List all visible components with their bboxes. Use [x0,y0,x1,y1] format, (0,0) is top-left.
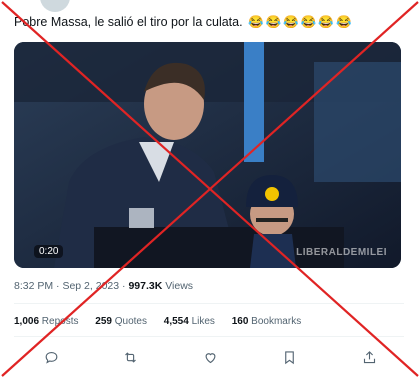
likes-stat[interactable]: 4,554 Likes [164,316,215,327]
action-bar [40,346,380,368]
likes-label: Likes [188,316,215,327]
bookmark-icon [285,350,294,364]
divider [14,303,404,304]
reply-icon [45,351,57,364]
reposts-stat[interactable]: 1,006 Reposts [14,316,79,327]
video-watermark: LIBERALDEMILEI [296,247,387,258]
tweet-body: Pobre Massa, le salió el tiro por la cul… [14,15,243,29]
like-icon [205,352,215,363]
avatar[interactable] [40,0,70,12]
laughing-emoji: 😂 [248,15,264,29]
quotes-count: 259 [95,316,112,327]
video-duration: 0:20 [34,245,64,258]
tweet-meta: 8:32 PM · Sep 2, 2023 · 997.3K Views [14,280,193,292]
video-frame [14,42,401,268]
laughing-emoji: 😂 [318,15,334,29]
reposts-count: 1,006 [14,316,40,327]
share-button[interactable] [358,346,380,368]
divider [14,336,404,337]
laughing-emoji: 😂 [283,15,299,29]
tweet-date[interactable]: Sep 2, 2023 [62,280,119,292]
views-count: 997.3K [128,280,163,292]
quotes-label: Quotes [111,316,147,327]
quotes-stat[interactable]: 259 Quotes [95,316,147,327]
like-button[interactable] [199,346,221,368]
bookmarks-count: 160 [231,316,249,327]
reply-button[interactable] [40,346,62,368]
laughing-emoji: 😂 [335,15,352,29]
bookmarks-stat[interactable]: 160 Bookmarks [232,316,301,327]
bookmarks-label: Bookmarks [248,316,302,327]
tweet-stats: 1,006 Reposts 259 Quotes 4,554 Likes 160… [14,316,315,327]
likes-count: 4,554 [163,316,189,327]
views-label: Views [162,280,194,292]
tweet-text: Pobre Massa, le salió el tiro por la cul… [14,14,352,30]
repost-button[interactable] [120,346,142,368]
tweet-time[interactable]: 8:32 PM [14,280,53,292]
share-icon [363,350,375,363]
reposts-label: Reposts [39,316,79,327]
repost-icon [125,351,136,363]
video-player[interactable]: 0:20 LIBERALDEMILEI [14,42,401,268]
laughing-emoji: 😂 [300,15,317,29]
laughing-emoji: 😂 [265,15,282,29]
bookmark-button[interactable] [279,346,301,368]
